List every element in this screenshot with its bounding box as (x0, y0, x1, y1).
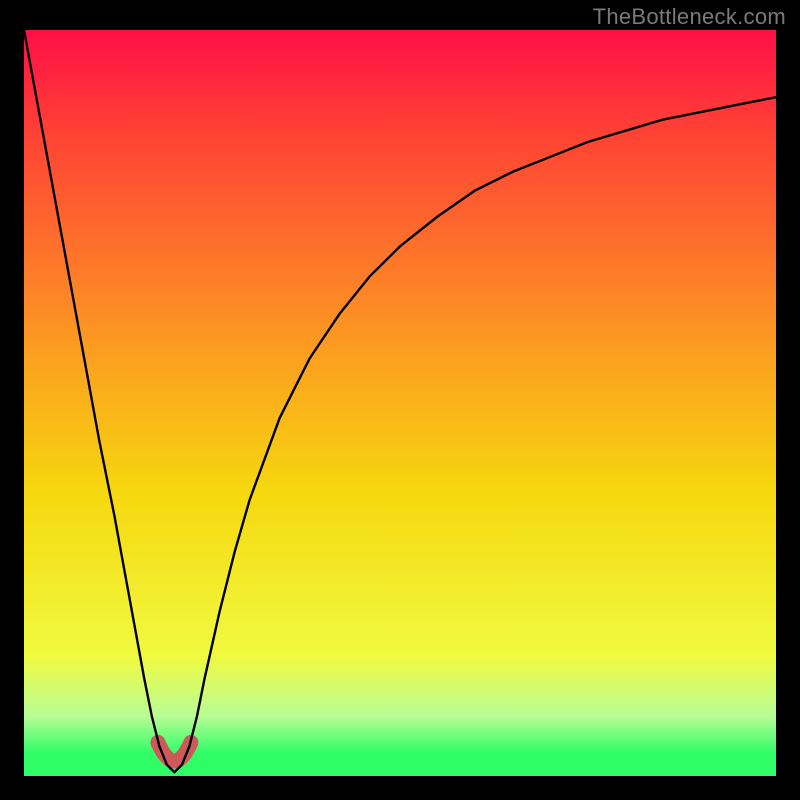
chart-frame: TheBottleneck.com (0, 0, 800, 800)
plot-outer (24, 30, 776, 776)
watermark-text: TheBottleneck.com (593, 4, 786, 30)
gradient-background (24, 30, 776, 776)
bottleneck-plot (24, 30, 776, 776)
